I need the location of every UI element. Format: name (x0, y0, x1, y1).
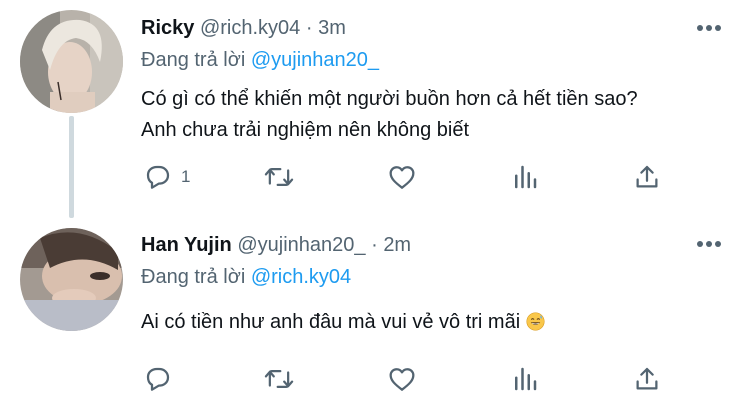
replying-to-label: Đang trả lời (141, 266, 246, 288)
share-button[interactable] (632, 359, 662, 399)
replying-to: Đang trả lời @rich.ky04 (141, 264, 351, 290)
replying-to: Đang trả lời @yujinhan20_ (141, 47, 379, 73)
grinning-face-with-sweat-icon (526, 312, 545, 331)
heart-icon (389, 166, 415, 189)
tweet-text-line: Có gì có thể khiến một người buồn hơn cả… (141, 88, 638, 110)
separator-dot: · (305, 17, 313, 39)
like-button[interactable] (386, 157, 418, 197)
more-dots-icon (697, 241, 721, 247)
tweet-header: Han Yujin @yujinhan20_ · 2m (141, 232, 690, 258)
more-options-button[interactable] (696, 24, 722, 32)
more-dots-icon (697, 25, 721, 31)
more-options-button[interactable] (696, 240, 722, 248)
tweet-text: Ai có tiền như anh đâu mà vui vẻ vô tri … (141, 307, 710, 338)
display-name[interactable]: Han Yujin (141, 234, 232, 256)
share-icon (636, 367, 658, 390)
retweet-button[interactable] (262, 359, 296, 399)
bar-chart-icon (515, 165, 537, 189)
reply-button[interactable] (142, 359, 181, 399)
action-bar (0, 359, 750, 399)
avatar-photo (20, 228, 123, 331)
tweet-header: Ricky @rich.ky04 · 3m (141, 15, 690, 41)
user-handle[interactable]: @yujinhan20_ (237, 234, 365, 256)
timestamp[interactable]: 2m (383, 234, 411, 256)
tweet-ricky[interactable]: Ricky @rich.ky04 · 3m Đang trả lời @yuji… (0, 0, 750, 218)
reply-button[interactable]: 1 (142, 157, 190, 197)
tweet-text-line: Anh chưa trải nghiệm nên không biết (141, 119, 470, 141)
speech-bubble-icon (146, 367, 170, 391)
replying-to-mention[interactable]: @yujinhan20_ (251, 49, 379, 71)
display-name[interactable]: Ricky (141, 17, 194, 39)
reply-count: 1 (181, 167, 191, 186)
speech-bubble-icon (146, 165, 170, 189)
bar-chart-icon (515, 367, 537, 391)
timestamp[interactable]: 3m (318, 17, 346, 39)
user-handle[interactable]: @rich.ky04 (200, 17, 300, 39)
retweet-button[interactable] (262, 157, 296, 197)
tweet-text-line: Ai có tiền như anh đâu mà vui vẻ vô tri … (141, 307, 710, 338)
avatar-ricky[interactable] (20, 10, 123, 113)
tweet-han-yujin[interactable]: Han Yujin @yujinhan20_ · 2m Đang trả lời… (0, 212, 750, 407)
replying-to-label: Đang trả lời (141, 49, 246, 71)
action-bar: 1 (0, 157, 750, 197)
retweet-icon (264, 168, 294, 186)
heart-icon (389, 368, 415, 391)
analytics-button[interactable] (510, 157, 540, 197)
retweet-icon (264, 370, 294, 388)
share-button[interactable] (632, 157, 662, 197)
avatar-han-yujin[interactable] (20, 228, 123, 331)
tweet-text-content: Ai có tiền như anh đâu mà vui vẻ vô tri … (141, 311, 521, 333)
avatar-photo (20, 10, 123, 113)
like-button[interactable] (386, 359, 418, 399)
replying-to-mention[interactable]: @rich.ky04 (251, 266, 351, 288)
share-icon (636, 165, 658, 188)
separator-dot: · (371, 234, 378, 256)
tweet-text: Có gì có thể khiến một người buồn hơn cả… (141, 84, 710, 146)
analytics-button[interactable] (510, 359, 540, 399)
